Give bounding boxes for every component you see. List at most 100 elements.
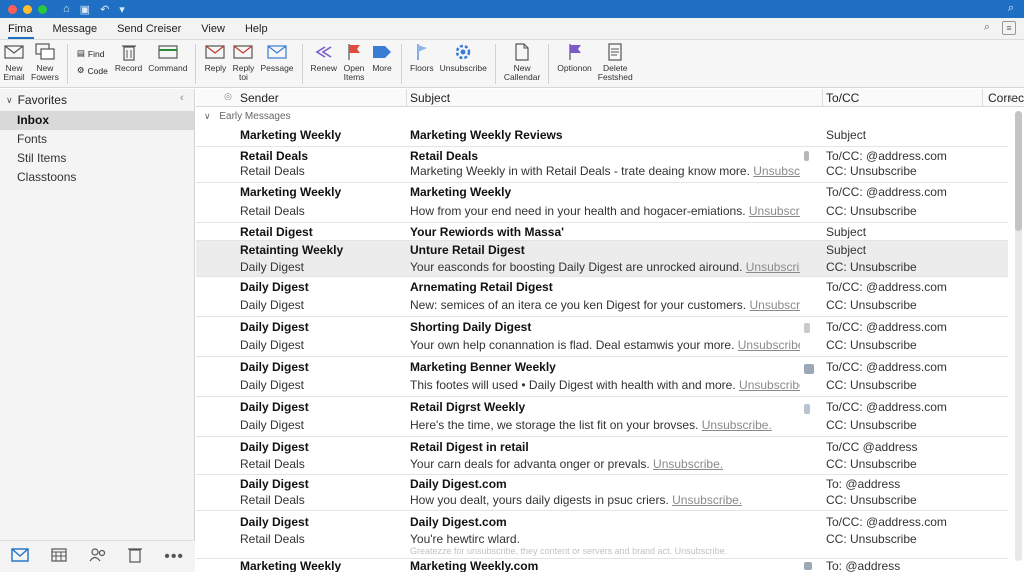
tab-fima[interactable]: Fima <box>0 18 44 40</box>
optionon-button[interactable]: Optionon <box>557 42 592 73</box>
tab-view[interactable]: View <box>193 18 237 40</box>
save-icon[interactable]: ▣ <box>80 3 90 16</box>
ribbon-divider <box>494 44 496 84</box>
sidebar-item-fonts[interactable]: Fonts <box>0 130 194 149</box>
tag-icon <box>371 42 393 62</box>
message-row[interactable]: Retainting Weekly Daily Digest Unture Re… <box>196 241 1008 277</box>
ribbon-divider <box>195 44 197 84</box>
message-row[interactable]: Daily Digest Daily Digest Arnemating Ret… <box>196 277 1008 317</box>
ribbon-toolbar: New Email New Fowers ▤ Find ⚙ Code Record … <box>0 40 1024 88</box>
more-options-icon[interactable]: ••• <box>164 548 184 566</box>
attachment-icon[interactable] <box>804 323 810 333</box>
renew-button[interactable]: Renew <box>311 42 337 73</box>
record-button[interactable]: Record <box>115 42 142 73</box>
ribbon-divider <box>301 44 303 84</box>
message-row[interactable]: Marketing Weekly Retail Deals Marketing … <box>196 183 1008 223</box>
ribbon-display-icon[interactable]: ≡ <box>1002 21 1016 35</box>
message-row[interactable]: Daily Digest Retail Deals Daily Digest.c… <box>196 475 1008 511</box>
importance-icon[interactable]: ◎ <box>224 91 232 102</box>
message-row[interactable]: Daily Digest Daily Digest Retail Digrst … <box>196 397 1008 437</box>
unsubscribe-link[interactable]: Unsubscribe. <box>746 260 800 274</box>
unsubscribe-link[interactable]: Unsubscribe. <box>749 298 800 312</box>
new-fowers-button[interactable]: New Fowers <box>31 42 59 82</box>
message-row[interactable]: Daily Digest Daily Digest Shorting Daily… <box>196 317 1008 357</box>
column-subject[interactable]: Subject <box>410 91 450 105</box>
filter-icon[interactable] <box>804 562 812 570</box>
unsubscribe-link[interactable]: Unsubscribe. <box>653 457 723 471</box>
unsubscribe-link[interactable]: Unsubscribe. <box>672 493 742 507</box>
group-header[interactable]: ∨ Early Messages <box>196 107 1024 125</box>
folder-sidebar: ∨ Favorites ‹ Inbox Fonts Stil Items Cla… <box>0 89 195 572</box>
tab-send-creiser[interactable]: Send Creiser <box>109 18 193 40</box>
unsubscribe-link[interactable]: Unsubscribe. <box>753 164 800 178</box>
find-button[interactable]: ▤ Find <box>77 48 108 59</box>
ribbon-divider <box>401 44 403 84</box>
tab-message[interactable]: Message <box>44 18 109 40</box>
unsubscribe-link[interactable]: Unsubscribe. <box>739 378 800 392</box>
window-icon <box>157 42 179 62</box>
column-header: ◎ Sender Subject To/CC Correct ∨ <box>196 89 1024 107</box>
people-icon[interactable] <box>89 548 107 565</box>
message-row[interactable]: Retail Deals Retail Deals Retail Deals M… <box>196 147 1008 183</box>
column-divider[interactable] <box>406 89 407 107</box>
zoom-window-button[interactable] <box>38 4 47 14</box>
collapse-sidebar-icon[interactable]: ‹ <box>180 92 184 104</box>
new-email-button[interactable]: New Email <box>3 42 25 82</box>
column-tocc[interactable]: To/CC <box>826 91 859 105</box>
close-window-button[interactable] <box>8 4 17 14</box>
customize-toolbar-icon[interactable]: ▾ <box>119 3 125 16</box>
trash-icon[interactable] <box>128 547 143 566</box>
chevron-down-icon: ∨ <box>204 111 211 121</box>
undo-icon[interactable]: ↶ <box>100 3 109 16</box>
search-icon[interactable]: ⌕ <box>984 21 990 35</box>
scroll-thumb[interactable] <box>1015 111 1022 231</box>
reply-button[interactable]: Reply <box>204 42 226 73</box>
unsubscribe-link[interactable]: Unsubscribe. <box>702 418 772 432</box>
home-icon[interactable]: ⌂ <box>63 3 70 16</box>
sidebar-item-inbox[interactable]: Inbox <box>0 111 194 130</box>
code-button[interactable]: ⚙ Code <box>77 65 108 76</box>
sidebar-item-classtoons[interactable]: Classtoons <box>0 168 194 187</box>
more-button[interactable]: More <box>371 42 393 73</box>
sidebar-item-stil-items[interactable]: Stil Items <box>0 149 194 168</box>
category-icon[interactable] <box>804 151 809 161</box>
message-row[interactable]: Retail Digest Your Rewiords with Massa' … <box>196 223 1008 241</box>
mail-icon[interactable] <box>11 548 29 565</box>
chevron-down-icon[interactable]: ∨ <box>1008 93 1015 104</box>
new-calendar-button[interactable]: New Callendar <box>504 42 540 82</box>
new-items-icon <box>34 42 56 62</box>
unsubscribe-link[interactable]: Unsubscribe. <box>738 338 800 352</box>
tab-help[interactable]: Help <box>237 18 280 40</box>
favorites-header[interactable]: ∨ Favorites ‹ <box>0 89 194 111</box>
message-row[interactable]: Daily Digest Retail Deals Daily Digest.c… <box>196 511 1008 559</box>
column-sender[interactable]: Sender <box>240 91 279 105</box>
category-icon[interactable] <box>804 364 814 374</box>
command-button[interactable]: Command <box>148 42 187 73</box>
message-row[interactable]: Daily Digest Retail Deals Retail Digest … <box>196 437 1008 475</box>
envelope-icon <box>3 42 25 62</box>
message-list: ◎ Sender Subject To/CC Correct ∨ ∨ Early… <box>196 89 1024 572</box>
forward-envelope-icon <box>266 42 288 62</box>
column-divider[interactable] <box>822 89 823 107</box>
column-divider[interactable] <box>982 89 983 107</box>
minimize-window-button[interactable] <box>23 4 32 14</box>
document-icon <box>511 42 533 62</box>
delete-festshed-button[interactable]: Delete Festshed <box>598 42 633 82</box>
unsubscribe-button[interactable]: Unsubscribe <box>440 42 487 73</box>
calendar-icon[interactable] <box>51 548 67 565</box>
message-row[interactable]: Marketing Weekly Marketing Weekly Review… <box>196 125 1008 147</box>
message-row[interactable]: Daily Digest Daily Digest Marketing Benn… <box>196 357 1008 397</box>
column-correct[interactable]: Correct <box>988 91 1024 105</box>
reply-envelope-icon <box>204 42 226 62</box>
purple-flag-icon <box>564 42 586 62</box>
reply-toi-button[interactable]: Reply toi <box>232 42 254 82</box>
message-row[interactable]: Marketing Weekly Marketing Weekly.com To… <box>196 559 1008 572</box>
scrollbar[interactable] <box>1015 111 1022 561</box>
open-items-button[interactable]: Open Items <box>343 42 365 82</box>
find-icon: ▤ <box>76 48 85 58</box>
floors-button[interactable]: Floors <box>410 42 434 73</box>
unsubscribe-link[interactable]: Unsubscribe. <box>749 204 800 218</box>
pessage-button[interactable]: Pessage <box>260 42 294 73</box>
account-icon[interactable]: ⌕ <box>1008 2 1014 15</box>
attachment-icon[interactable] <box>804 404 810 414</box>
